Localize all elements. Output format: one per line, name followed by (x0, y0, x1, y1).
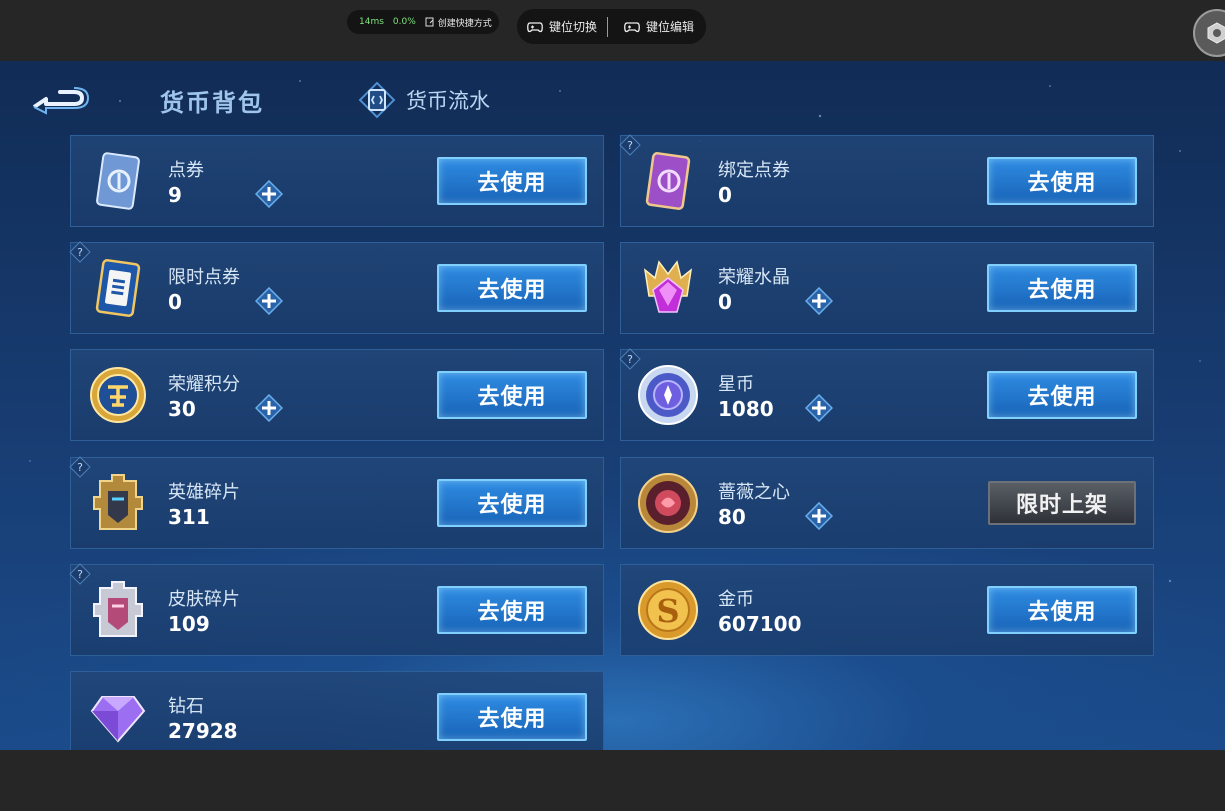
currency-name: 皮肤碎片 (168, 589, 240, 610)
currency-card-rose-heart: 蔷薇之心 80 限时上架 (620, 457, 1154, 549)
currency-name: 荣耀积分 (168, 374, 240, 395)
svg-text:?: ? (627, 139, 633, 152)
hero-fragment-icon (87, 470, 149, 536)
currency-name: 绑定点券 (718, 160, 790, 181)
currency-name: 点券 (168, 160, 204, 181)
currency-card-skin-fragment: ? 皮肤碎片 109 去使用 (69, 563, 604, 656)
currency-name: 星币 (718, 374, 754, 395)
key-edit-label: 键位编辑 (646, 20, 695, 34)
currency-amount: 1080 (718, 397, 774, 421)
plus-icon (254, 393, 284, 423)
currency-amount: 9 (168, 183, 182, 207)
currency-amount: 311 (168, 505, 210, 529)
currency-card-bound-coupon: ? 绑定点券 0 去使用 (619, 134, 1154, 227)
star-coin-icon (637, 362, 699, 428)
shortcut-icon (425, 17, 434, 27)
currency-card-limited-coupon: ? 限时点券 0 去使用 (69, 241, 604, 334)
create-shortcut-label: 创建快捷方式 (437, 18, 492, 29)
performance-pill: 14ms 0.0% 创建快捷方式 (347, 10, 499, 34)
currency-card-hero-fragment: ? 英雄碎片 311 去使用 (69, 456, 604, 549)
emulator-top-bar: 14ms 0.0% 创建快捷方式 键位切换 键位编辑 (0, 0, 1225, 61)
gamepad-icon (624, 21, 640, 32)
limited-coupon-card-icon (87, 255, 149, 321)
glory-points-coin-icon (87, 362, 149, 428)
back-arrow-icon (32, 87, 90, 115)
add-currency-button[interactable] (254, 286, 284, 316)
currency-amount: 30 (168, 397, 196, 421)
emulator-bottom-bar (0, 750, 1225, 811)
gamepad-icon (527, 21, 543, 32)
key-switch-button[interactable]: 键位切换 (517, 18, 597, 35)
currency-card-glory-crystal: 荣耀水晶 0 去使用 (620, 242, 1154, 334)
key-edit-button[interactable]: 键位编辑 (614, 18, 694, 35)
page-title: 货币背包 (160, 89, 264, 117)
latency-readout: 14ms (359, 17, 384, 27)
currency-card-star-coin: ? 星币 1080 去使用 (619, 348, 1154, 441)
svg-text:?: ? (77, 461, 83, 474)
settings-button[interactable] (1193, 9, 1225, 57)
currency-amount: 0 (718, 290, 732, 314)
use-button[interactable]: 去使用 (437, 371, 587, 419)
packet-loss-readout: 0.0% (392, 17, 416, 27)
key-switch-label: 键位切换 (549, 20, 598, 34)
add-currency-button[interactable] (804, 393, 834, 423)
svg-text:?: ? (77, 568, 83, 581)
currency-name: 蔷薇之心 (718, 482, 790, 503)
currency-card-diamond: 钻石 27928 去使用 (70, 671, 604, 750)
add-currency-button[interactable] (804, 286, 834, 316)
key-mapping-pill: 键位切换 键位编辑 (517, 9, 706, 44)
currency-card-gold-coin: S 金币 607100 去使用 (620, 564, 1154, 656)
back-button[interactable] (30, 83, 94, 117)
glory-crystal-icon (637, 255, 699, 321)
gold-coin-icon: S (637, 577, 699, 643)
currency-card-coupon: 点券 9 去使用 (70, 135, 604, 227)
rose-heart-icon (637, 470, 699, 536)
use-button[interactable]: 去使用 (437, 264, 587, 312)
use-button[interactable]: 去使用 (987, 586, 1137, 634)
skin-fragment-icon (87, 577, 149, 643)
create-shortcut-link[interactable]: 创建快捷方式 (425, 16, 492, 29)
currency-amount: 607100 (718, 612, 802, 636)
plus-icon (254, 286, 284, 316)
plus-icon (804, 286, 834, 316)
svg-text:S: S (656, 592, 679, 630)
use-button[interactable]: 去使用 (987, 371, 1137, 419)
use-button[interactable]: 去使用 (437, 586, 587, 634)
currency-name: 金币 (718, 589, 754, 610)
use-button[interactable]: 去使用 (437, 693, 587, 741)
divider (607, 16, 609, 37)
diamond-icon (87, 684, 149, 750)
game-screen: 货币背包 货币流水 点券 9 去使用 ? 绑定点券 0 去使用 ? 限时点券 0… (0, 61, 1225, 750)
currency-amount: 0 (718, 183, 732, 207)
add-currency-button[interactable] (254, 179, 284, 209)
currency-name: 荣耀水晶 (718, 267, 790, 288)
currency-name: 英雄碎片 (168, 482, 240, 503)
svg-text:?: ? (77, 246, 83, 259)
add-currency-button[interactable] (254, 393, 284, 423)
svg-text:?: ? (627, 353, 633, 366)
plus-icon (254, 179, 284, 209)
currency-amount: 27928 (168, 719, 238, 743)
bound-coupon-card-icon (637, 148, 699, 214)
use-button[interactable]: 去使用 (437, 157, 587, 205)
tab-currency-flow[interactable]: 货币流水 (358, 81, 490, 119)
use-button[interactable]: 去使用 (987, 157, 1137, 205)
tab-currency-flow-label: 货币流水 (406, 89, 490, 113)
plus-icon (804, 501, 834, 531)
currency-amount: 80 (718, 505, 746, 529)
use-button[interactable]: 去使用 (437, 479, 587, 527)
scroll-icon (358, 81, 396, 119)
currency-card-glory-points: 荣耀积分 30 去使用 (70, 349, 604, 441)
add-currency-button[interactable] (804, 501, 834, 531)
plus-icon (804, 393, 834, 423)
currency-amount: 109 (168, 612, 210, 636)
currency-name: 钻石 (168, 696, 204, 717)
currency-amount: 0 (168, 290, 182, 314)
use-button[interactable]: 去使用 (987, 264, 1137, 312)
currency-name: 限时点券 (168, 267, 240, 288)
coupon-card-icon (87, 148, 149, 214)
limited-release-button[interactable]: 限时上架 (988, 481, 1136, 525)
hexagon-gear-icon (1207, 22, 1225, 44)
